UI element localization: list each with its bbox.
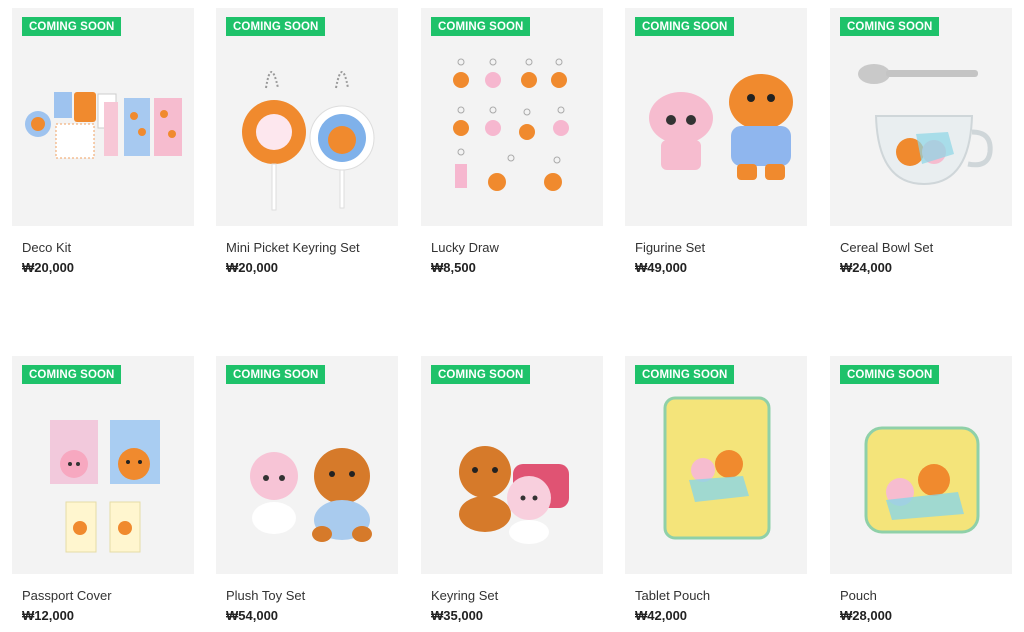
coming-soon-badge: COMING SOON [635,365,735,384]
pouch-image [864,426,980,534]
product-name[interactable]: Plush Toy Set [226,588,305,603]
figurine-image [649,74,793,180]
product-thumbnail[interactable]: COMING SOON [830,8,1012,226]
coming-soon-badge: COMING SOON [226,17,326,36]
product-card[interactable]: COMING SOON Lucky Draw ₩8,500 [421,8,603,275]
product-name[interactable]: Lucky Draw [431,240,499,255]
tablet-pouch-image [663,396,771,540]
product-name[interactable]: Passport Cover [22,588,112,603]
plush-toy-image [250,448,372,542]
picket-keyring-image [242,71,375,211]
product-thumbnail[interactable]: COMING SOON [12,8,194,226]
product-name[interactable]: Cereal Bowl Set [840,240,933,255]
product-name[interactable]: Figurine Set [635,240,705,255]
product-name[interactable]: Mini Picket Keyring Set [226,240,360,255]
lucky-draw-image [453,58,569,191]
coming-soon-badge: COMING SOON [840,365,940,384]
keyring-image [459,446,569,544]
product-thumbnail[interactable]: COMING SOON [830,356,1012,574]
product-thumbnail[interactable]: COMING SOON [216,8,398,226]
product-card[interactable]: COMING SOON Deco Kit ₩20,000 [12,8,194,275]
product-name[interactable]: Pouch [840,588,877,603]
product-price: ₩20,000 [226,260,279,275]
product-price: ₩35,000 [431,608,484,623]
coming-soon-badge: COMING SOON [22,365,122,384]
product-name[interactable]: Tablet Pouch [635,588,710,603]
product-card[interactable]: COMING SOON Cereal Bowl Set ₩24,000 [830,8,1012,275]
product-card[interactable]: COMING SOON Tablet Pouch ₩42,000 [625,356,807,623]
product-price: ₩42,000 [635,608,688,623]
product-thumbnail[interactable]: COMING SOON [421,356,603,574]
product-card[interactable]: COMING SOON Passport Cover ₩12,000 [12,356,194,623]
deco-kit-image [25,92,182,159]
product-card[interactable]: COMING SOON Pouch ₩28,000 [830,356,1012,623]
coming-soon-badge: COMING SOON [431,365,531,384]
coming-soon-badge: COMING SOON [431,17,531,36]
product-card[interactable]: COMING SOON Keyring Set ₩35,000 [421,356,603,623]
product-card[interactable]: COMING SOON Mini Picket Keyring Set ₩20,… [216,8,398,275]
coming-soon-badge: COMING SOON [635,17,735,36]
product-thumbnail[interactable]: COMING SOON [421,8,603,226]
product-price: ₩28,000 [840,608,893,623]
product-thumbnail[interactable]: COMING SOON [625,8,807,226]
passport-cover-image [50,420,160,553]
product-card[interactable]: COMING SOON Figurine Set ₩49,000 [625,8,807,275]
product-grid: COMING SOON Deco Kit ₩20,000 COMING SOON [0,0,1024,632]
product-card[interactable]: COMING SOON Plush Toy Set ₩54,000 [216,356,398,623]
product-price: ₩24,000 [840,260,893,275]
product-price: ₩20,000 [22,260,75,275]
product-thumbnail[interactable]: COMING SOON [216,356,398,574]
product-price: ₩8,500 [431,260,476,275]
coming-soon-badge: COMING SOON [840,17,940,36]
coming-soon-badge: COMING SOON [226,365,326,384]
product-price: ₩54,000 [226,608,279,623]
product-thumbnail[interactable]: COMING SOON [12,356,194,574]
product-price: ₩12,000 [22,608,75,623]
coming-soon-badge: COMING SOON [22,17,122,36]
product-name[interactable]: Keyring Set [431,588,498,603]
product-name[interactable]: Deco Kit [22,240,71,255]
cereal-bowl-image [858,64,993,186]
product-thumbnail[interactable]: COMING SOON [625,356,807,574]
product-price: ₩49,000 [635,260,688,275]
